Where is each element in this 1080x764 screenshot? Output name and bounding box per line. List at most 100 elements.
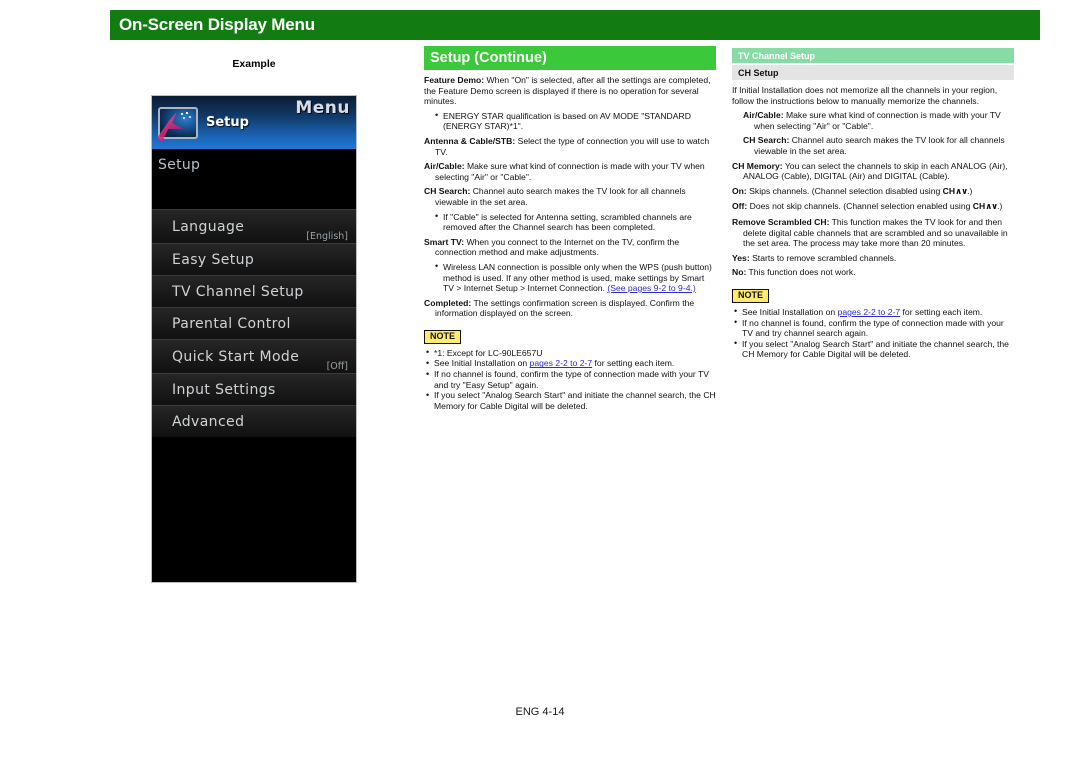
on-text-post: .)	[967, 185, 973, 196]
note-text-pre: See Initial Installation on	[742, 306, 838, 317]
yes-paragraph: Yes: Starts to remove scrambled channels…	[732, 253, 1014, 264]
example-column: Example	[140, 58, 380, 70]
tv-icon-sparkles	[180, 111, 192, 120]
on-text-pre: Skips channels. (Channel selection disab…	[746, 185, 943, 196]
note-badge: NOTE	[424, 329, 462, 344]
tv-menu-item-label: Easy Setup	[172, 251, 255, 268]
off-text-pre: Does not skip channels. (Channel selecti…	[747, 201, 973, 212]
tv-channel-setup-body: If Initial Installation does not memoriz…	[732, 85, 1014, 360]
off-paragraph: Off: Does not skip channels. (Channel se…	[732, 201, 1014, 213]
list-item: If you select "Analog Search Start" and …	[424, 390, 716, 411]
on-paragraph: On: Skips channels. (Channel selection d…	[732, 186, 1014, 198]
pages-2-2-to-2-7-link[interactable]: pages 2-2 to 2-7	[838, 307, 901, 317]
no-text: This function does not work.	[746, 267, 856, 278]
remove-scrambled-paragraph: Remove Scrambled CH: This function makes…	[732, 217, 1014, 249]
channel-up-down-icon: ∧∨	[985, 202, 998, 213]
channel-up-down-icon: ∧∨	[955, 186, 968, 197]
list-item: Wireless LAN connection is possible only…	[424, 261, 716, 294]
tv-channel-setup-heading: TV Channel Setup	[732, 48, 1014, 63]
no-term: No:	[732, 267, 747, 278]
setup-continue-column: Setup (Continue) Feature Demo: When "On"…	[424, 46, 716, 415]
smart-tv-bullets: Wireless LAN connection is possible only…	[424, 261, 716, 294]
tv-menu-item-language[interactable]: Language [English]	[152, 209, 356, 243]
note-text-post: for setting each item.	[900, 306, 983, 317]
tv-menu-item-tv-channel-setup[interactable]: TV Channel Setup	[152, 275, 356, 307]
no-paragraph: No: This function does not work.	[732, 267, 1014, 278]
tv-menu-item-advanced[interactable]: Advanced	[152, 405, 356, 437]
air-cable-term: Air/Cable:	[743, 110, 784, 121]
list-item: *1: Except for LC-90LE657U	[424, 347, 716, 359]
on-ch-bold: CH	[942, 185, 956, 196]
right-air-cable-paragraph: Air/Cable: Make sure what kind of connec…	[743, 110, 1014, 131]
ch-memory-term: CH Memory:	[732, 160, 783, 171]
tv-osd-menu-mock: Setup Menu Setup Language [English] Easy…	[151, 95, 357, 583]
tv-menu-item-value: [English]	[306, 231, 348, 242]
smart-tv-paragraph: Smart TV: When you connect to the Intern…	[424, 237, 716, 258]
air-cable-text: Make sure what kind of connection is mad…	[754, 110, 1001, 131]
tv-menu-item-label: Language	[172, 218, 245, 235]
ch-search-term: CH Search:	[743, 135, 790, 146]
ch-setup-intro: If Initial Installation does not memoriz…	[732, 85, 998, 106]
off-term: Off:	[732, 201, 748, 212]
setup-continue-heading: Setup (Continue)	[424, 46, 716, 70]
ch-search-text: Channel auto search makes the TV look fo…	[435, 186, 686, 207]
off-ch-bold: CH	[972, 201, 986, 212]
example-label: Example	[232, 58, 276, 70]
ch-search-paragraph: CH Search: Channel auto search makes the…	[424, 186, 716, 207]
list-item: ENERGY STAR qualification is based on AV…	[424, 110, 716, 132]
pages-2-2-to-2-7-link[interactable]: pages 2-2 to 2-7	[530, 358, 593, 368]
on-term: On:	[732, 185, 747, 196]
page-footer: ENG 4-14	[515, 706, 565, 718]
tv-menu-item-label: Quick Start Mode	[172, 348, 300, 365]
tv-setup-icon	[157, 106, 198, 143]
ch-setup-subheading: CH Setup	[732, 65, 1014, 80]
right-ch-search-paragraph: CH Search: Channel auto search makes the…	[743, 135, 1014, 156]
list-item: If "Cable" is selected for Antenna setti…	[424, 211, 716, 233]
note-text-pre: See Initial Installation on	[434, 358, 530, 369]
smart-tv-term: Smart TV:	[424, 236, 465, 247]
tv-menu-item-easy-setup[interactable]: Easy Setup	[152, 243, 356, 275]
page-title: On-Screen Display Menu	[119, 15, 315, 34]
remove-scrambled-term: Remove Scrambled CH:	[732, 216, 830, 227]
ch-memory-text: You can select the channels to skip in e…	[743, 160, 1008, 182]
tv-menu-item-label: Input Settings	[172, 381, 276, 398]
setup-continue-body: Feature Demo: When "On" is selected, aft…	[424, 75, 716, 411]
tv-menu-item-parental-control[interactable]: Parental Control	[152, 307, 356, 339]
completed-term: Completed:	[424, 297, 472, 308]
completed-text: The settings confirmation screen is disp…	[435, 297, 695, 319]
ch-search-term: CH Search:	[424, 186, 471, 197]
completed-paragraph: Completed: The settings confirmation scr…	[424, 298, 716, 319]
tv-menu-section-heading: Setup	[158, 157, 201, 173]
list-item: See Initial Installation on pages 2-2 to…	[424, 358, 716, 369]
tv-menu-item-label: Advanced	[172, 413, 245, 430]
feature-demo-paragraph: Feature Demo: When "On" is selected, aft…	[424, 75, 716, 107]
tv-menu-word: Menu	[295, 98, 350, 118]
tv-menu-header: Setup Menu	[152, 96, 356, 149]
antenna-paragraph: Antenna & Cable/STB: Select the type of …	[424, 136, 716, 157]
air-cable-paragraph: Air/Cable: Make sure what kind of connec…	[424, 161, 716, 182]
tv-menu-item-label: TV Channel Setup	[172, 283, 304, 300]
list-item: If no channel is found, confirm the type…	[732, 317, 1014, 339]
note-text-post: for setting each item.	[592, 358, 675, 369]
list-item: If no channel is found, confirm the type…	[424, 369, 716, 390]
tv-menu-item-input-settings[interactable]: Input Settings	[152, 373, 356, 405]
list-item: See Initial Installation on pages 2-2 to…	[732, 306, 1014, 318]
ch-search-bullets: If "Cable" is selected for Antenna setti…	[424, 211, 716, 233]
air-cable-term: Air/Cable:	[424, 161, 465, 172]
ch-memory-paragraph: CH Memory: You can select the channels t…	[732, 161, 1014, 182]
tv-menu-item-quick-start-mode[interactable]: Quick Start Mode [Off]	[152, 339, 356, 373]
page-header: On-Screen Display Menu	[110, 10, 1040, 40]
tv-menu-item-value: [Off]	[326, 361, 348, 372]
list-item: If you select "Analog Search Start" and …	[732, 338, 1014, 360]
antenna-term: Antenna & Cable/STB:	[424, 135, 516, 146]
yes-term: Yes:	[732, 252, 750, 263]
ch-search-text: Channel auto search makes the TV look fo…	[754, 135, 1005, 156]
tv-channel-setup-column: TV Channel Setup CH Setup If Initial Ins…	[732, 48, 1014, 364]
yes-text: Starts to remove scrambled channels.	[749, 252, 897, 263]
tv-menu-item-label: Parental Control	[172, 315, 291, 332]
air-cable-text: Make sure what kind of connection is mad…	[435, 161, 705, 182]
off-text-post: .)	[997, 201, 1003, 212]
smart-tv-text: When you connect to the Internet on the …	[435, 236, 680, 258]
note-badge: NOTE	[732, 288, 770, 303]
see-pages-9-2-to-9-4-link[interactable]: (See pages 9-2 to 9-4.)	[607, 283, 695, 293]
